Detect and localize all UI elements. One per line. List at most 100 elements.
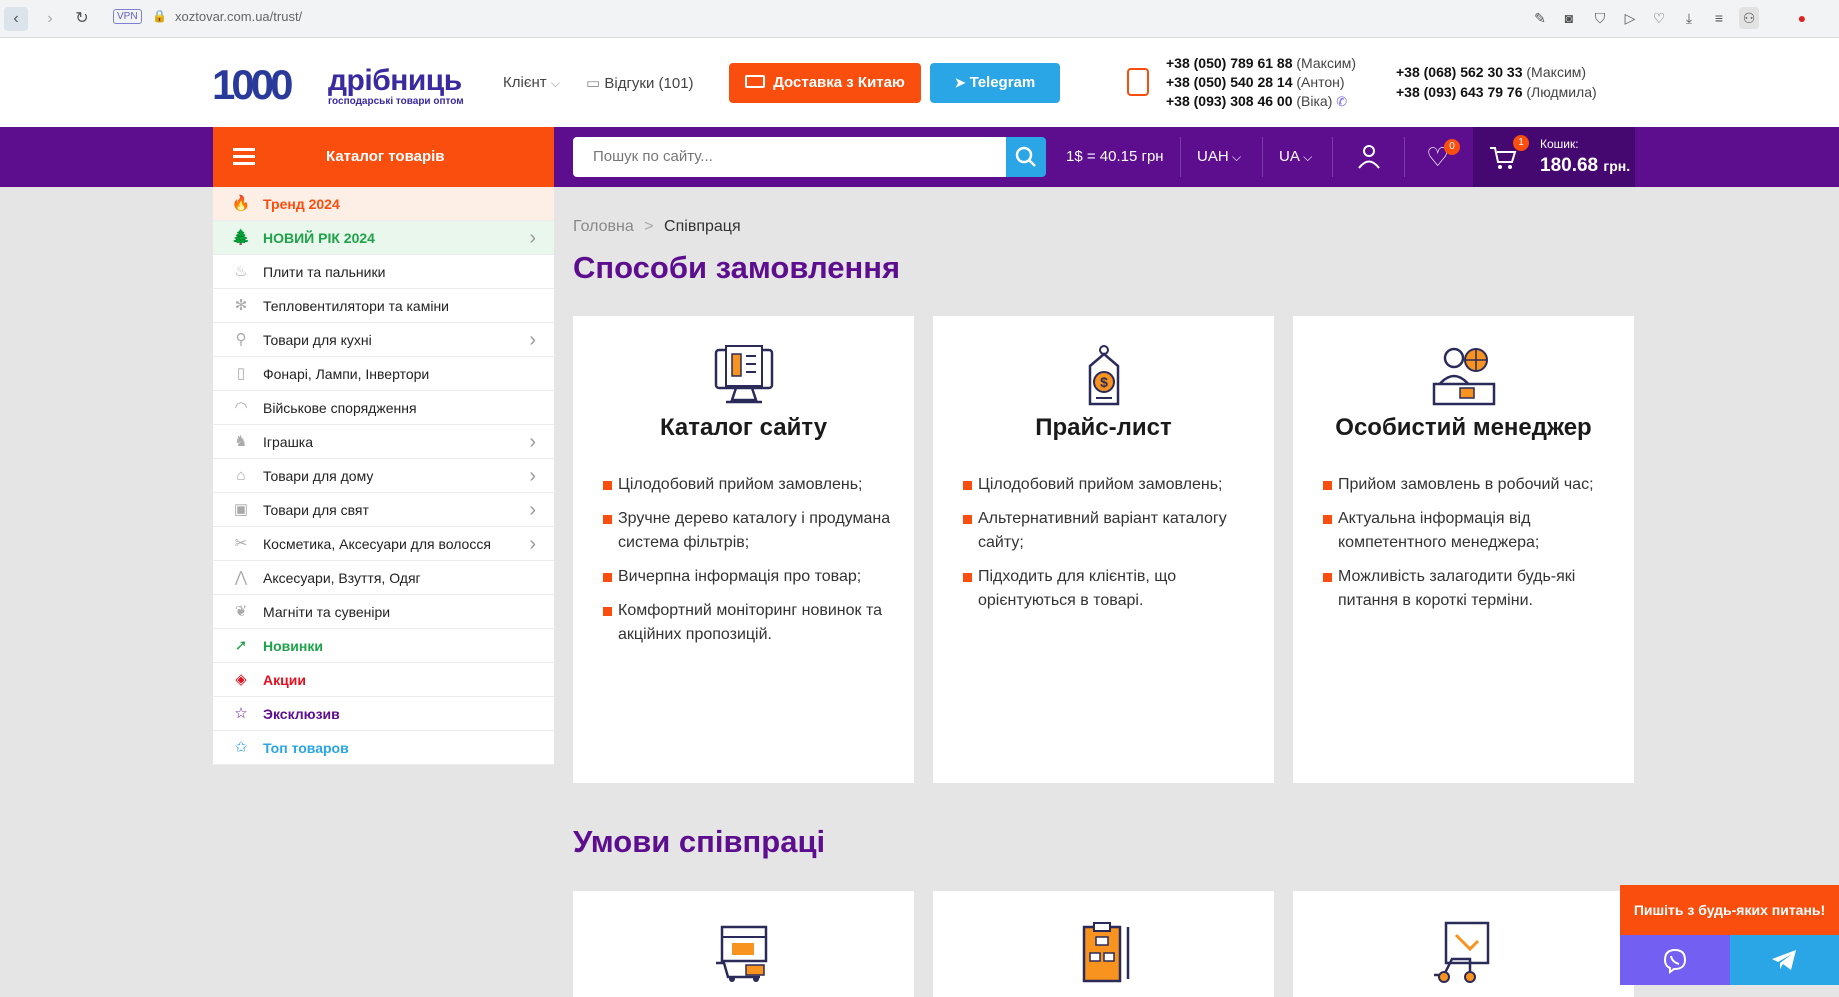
card-feature-list: Цілодобовий прийом замовлень; Альтернати… bbox=[963, 473, 1253, 623]
play-icon[interactable]: ▷ bbox=[1620, 7, 1640, 29]
divider bbox=[1180, 137, 1181, 177]
list-item: Цілодобовий прийом замовлень; bbox=[603, 473, 893, 497]
cart-badge: 1 bbox=[1513, 135, 1529, 151]
sidebar-item[interactable]: ⌂ Товари для дому › bbox=[213, 459, 554, 493]
chevron-right-icon: › bbox=[529, 499, 536, 521]
cart-button[interactable]: 1 Кошик: 180.68 грн. bbox=[1473, 127, 1635, 187]
heart-icon[interactable]: ♡ bbox=[1649, 7, 1669, 29]
scissors-icon: ✂ bbox=[234, 535, 248, 552]
currency-label: UAH bbox=[1197, 148, 1229, 165]
profile-icon[interactable]: ⚇ bbox=[1739, 7, 1759, 29]
site-header: 1000 дрібниць господарські товари оптом … bbox=[0, 38, 1839, 127]
chevron-down-icon: ⌵ bbox=[550, 76, 560, 90]
forward-icon[interactable]: › bbox=[38, 7, 62, 31]
vpn-badge[interactable]: VPN bbox=[113, 9, 142, 24]
gift-icon: ▣ bbox=[233, 501, 249, 518]
phone-number[interactable]: +38 (093) 308 46 00 (Віка) ✆ bbox=[1166, 93, 1347, 110]
sidebar-item[interactable]: ▯ Фонарі, Лампи, Інвертори bbox=[213, 357, 554, 391]
monitor-catalog-icon bbox=[714, 345, 774, 404]
logo-tagline: господарські товари оптом bbox=[328, 96, 464, 107]
address-bar[interactable]: xoztovar.com.ua/trust/ bbox=[175, 9, 302, 24]
sidebar-item[interactable]: ➚ Новинки bbox=[213, 629, 554, 663]
sidebar-item[interactable]: ◈ Акции bbox=[213, 663, 554, 697]
client-menu[interactable]: Клієнт ⌵ bbox=[503, 74, 560, 91]
cooperation-card bbox=[573, 891, 914, 997]
phone-number[interactable]: +38 (050) 789 61 88 (Максим) bbox=[1166, 55, 1356, 71]
currency-select[interactable]: UAH ⌵ bbox=[1197, 127, 1241, 187]
sidebar-item[interactable]: 🌲 НОВИЙ РІК 2024 › bbox=[213, 221, 554, 255]
cooperation-card bbox=[933, 891, 1274, 997]
sidebar-item[interactable]: ✻ Тепловентилятори та каміни bbox=[213, 289, 554, 323]
chevron-right-icon: › bbox=[529, 465, 536, 487]
sidebar-item[interactable]: ⚲ Товари для кухні › bbox=[213, 323, 554, 357]
language-select[interactable]: UA ⌵ bbox=[1279, 127, 1312, 187]
viber-icon bbox=[1663, 948, 1687, 974]
breadcrumb-home[interactable]: Головна bbox=[573, 218, 634, 235]
reviews-label: Відгуки (101) bbox=[604, 75, 694, 92]
chevron-right-icon: › bbox=[529, 227, 536, 249]
sidebar-item[interactable]: ✂ Косметика, Аксесуари для волосся › bbox=[213, 527, 554, 561]
telegram-icon: ➤ bbox=[954, 75, 966, 90]
arrow-icon: ➚ bbox=[234, 637, 248, 654]
phone-number[interactable]: +38 (093) 643 79 76 (Людмила) bbox=[1396, 84, 1597, 100]
wishlist-badge: 0 bbox=[1444, 139, 1460, 155]
back-icon[interactable]: ‹ bbox=[4, 7, 28, 31]
fire-icon: 🔥 bbox=[231, 195, 251, 212]
souvenir-icon: ❦ bbox=[234, 603, 248, 620]
sidebar-item-label: Товари для дому bbox=[263, 468, 374, 484]
card-title: Особистий менеджер bbox=[1335, 414, 1592, 441]
phone-number[interactable]: +38 (050) 540 28 14 (Антон) bbox=[1166, 74, 1345, 90]
lock-icon: 🔒 bbox=[152, 9, 167, 23]
shield-icon[interactable]: ⛉ bbox=[1590, 7, 1610, 29]
user-icon[interactable] bbox=[1356, 143, 1382, 171]
sidebar-item[interactable]: ♨ Плити та пальники bbox=[213, 255, 554, 289]
sidebar-item[interactable]: ▣ Товари для свят › bbox=[213, 493, 554, 527]
sidebar-item[interactable]: ♞ Іграшка › bbox=[213, 425, 554, 459]
telegram-button[interactable]: ➤ Telegram bbox=[930, 63, 1060, 103]
helmet-icon: ◠ bbox=[234, 399, 248, 416]
search-input[interactable]: Пошук по сайту... bbox=[573, 137, 1013, 177]
viber-icon: ✆ bbox=[1336, 94, 1348, 109]
download-icon[interactable]: ⤓ bbox=[1679, 7, 1699, 29]
phone-number[interactable]: +38 (068) 562 30 33 (Максим) bbox=[1396, 64, 1586, 80]
sidebar-item[interactable]: ☆ Эксклюзив bbox=[213, 697, 554, 731]
order-method-card: $ Прайс-лист Цілодобовий прийом замовлен… bbox=[933, 316, 1274, 783]
sidebar-item[interactable]: ✩ Топ товаров bbox=[213, 731, 554, 765]
sidebar-item[interactable]: ❦ Магніти та сувеніри bbox=[213, 595, 554, 629]
extension-icon[interactable]: ● bbox=[1792, 7, 1812, 29]
sidebar-item-label: Акции bbox=[263, 672, 306, 688]
sidebar-item[interactable]: ⋀ Аксесуари, Взуття, Одяг bbox=[213, 561, 554, 595]
list-item: Прийом замовлень в робочий час; bbox=[1323, 473, 1613, 497]
kitchen-icon: ⚲ bbox=[235, 331, 247, 348]
card-title: Каталог сайту bbox=[659, 414, 828, 441]
search-button[interactable] bbox=[1006, 137, 1046, 177]
client-label: Клієнт bbox=[503, 74, 547, 91]
sidebar-item[interactable]: 🔥 Тренд 2024 bbox=[213, 187, 554, 221]
truck-icon bbox=[745, 75, 766, 88]
sidebar-item[interactable]: ◠ Військове спорядження bbox=[213, 391, 554, 425]
top-star-icon: ✩ bbox=[234, 739, 248, 756]
reload-icon[interactable]: ↻ bbox=[70, 7, 94, 31]
wishlist-button[interactable]: ♡ 0 bbox=[1424, 139, 1460, 175]
catalog-button[interactable]: Каталог товарів bbox=[213, 127, 554, 187]
browser-toolbar: ‹ › ↻ VPN 🔒 xoztovar.com.ua/trust/ ✎ ◙ ⛉… bbox=[0, 0, 1839, 38]
sidebar-item-label: Топ товаров bbox=[263, 740, 349, 756]
camera-icon[interactable]: ◙ bbox=[1559, 7, 1579, 29]
cart-label: Кошик: bbox=[1540, 137, 1579, 151]
sidebar-item-label: Магніти та сувеніри bbox=[263, 604, 391, 620]
flame-icon: ♨ bbox=[234, 263, 248, 280]
breadcrumb: Головна > Співпраця bbox=[573, 218, 741, 236]
sidebar-item-label: НОВИЙ РІК 2024 bbox=[263, 230, 375, 246]
divider bbox=[1332, 137, 1333, 177]
site-logo[interactable]: 1000 дрібниць господарські товари оптом bbox=[212, 62, 482, 108]
chat-title[interactable]: Пишіть з будь-яких питань! bbox=[1620, 885, 1839, 935]
edit-icon[interactable]: ✎ bbox=[1530, 7, 1550, 29]
menu-icon[interactable]: ≡ bbox=[1709, 7, 1729, 29]
hamburger-icon bbox=[233, 148, 255, 151]
toy-icon: ♞ bbox=[234, 433, 248, 450]
telegram-chat-button[interactable] bbox=[1730, 935, 1839, 985]
list-item: Комфортний моніторинг новинок та акційни… bbox=[603, 599, 893, 647]
china-delivery-button[interactable]: Доставка з Китаю bbox=[729, 63, 921, 103]
reviews-link[interactable]: ▭ Відгуки (101) bbox=[586, 74, 694, 92]
viber-chat-button[interactable] bbox=[1620, 935, 1730, 985]
